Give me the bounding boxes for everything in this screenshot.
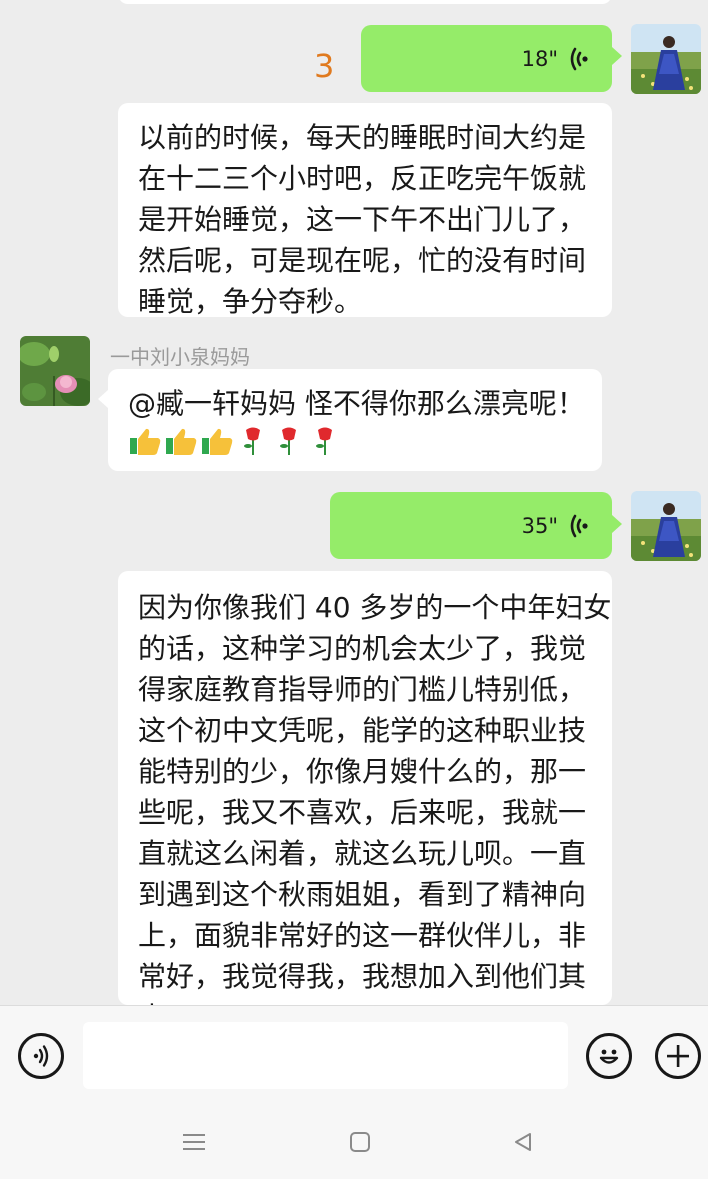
voice-duration: 18": [521, 46, 558, 71]
rose-icon: [280, 427, 296, 455]
message-line: 的话，这种学习的机会太少了，我觉: [138, 632, 587, 665]
thumbs-up-icon: [202, 428, 233, 455]
message-line: 得家庭教育指导师的门槛儿特别低，: [138, 673, 587, 706]
message-line: 上，面貌非常好的这一群伙伴儿，非: [138, 919, 587, 952]
message-line: 些呢，我又不喜欢，后来呢，我就一: [138, 796, 587, 829]
bubble-tail: [612, 47, 622, 65]
message-input[interactable]: [83, 1022, 568, 1089]
bubble-tail: [612, 515, 622, 533]
bubble-tail: [98, 390, 108, 408]
message-line: 因为你像我们 40 多岁的一个中年妇女: [138, 591, 612, 624]
message-text: @臧一轩妈妈 怪不得你那么漂亮呢！: [128, 387, 585, 420]
voice-duration: 35": [521, 513, 558, 538]
voice-input-icon: [33, 1045, 49, 1067]
message-line: 到遇到这个秋雨姐姐，看到了精神向: [138, 878, 587, 911]
home-button[interactable]: [345, 1127, 375, 1157]
message-line: 能特别的少，你像月嫂什么的，那一: [138, 755, 587, 788]
thumbs-up-icon: [130, 428, 161, 455]
message-line: 是开始睡觉，这一下午不出门儿了，: [138, 203, 587, 236]
emoji-button[interactable]: [586, 1033, 632, 1079]
unread-count: 3: [314, 47, 335, 85]
message-line: 中。: [138, 997, 592, 1005]
text-message[interactable]: @臧一轩妈妈 怪不得你那么漂亮呢！: [108, 369, 602, 471]
menu-button[interactable]: [179, 1127, 209, 1157]
avatar-contact[interactable]: [20, 336, 90, 406]
voice-input-button[interactable]: [18, 1033, 64, 1079]
back-button[interactable]: [508, 1127, 538, 1157]
chat-area[interactable]: 18" 3 以前的时候，每天的睡眠时间大约是 在十二三个小时吧，反正吃完午饭就 …: [0, 0, 708, 1005]
avatar-self[interactable]: [631, 24, 701, 94]
voice-message[interactable]: 35": [330, 492, 612, 559]
voice-wave-icon: [568, 45, 588, 73]
message-line: 睡觉，争分夺秒。: [138, 285, 363, 318]
emoji-row: [128, 424, 582, 456]
partial-message: [118, 0, 612, 4]
home-icon: [350, 1132, 370, 1152]
message-line: 在十二三个小时吧，反正吃完午饭就: [138, 162, 587, 195]
voice-wave-icon: [568, 512, 588, 540]
sender-name: 一中刘小泉妈妈: [110, 345, 250, 369]
voice-message[interactable]: 18": [361, 25, 612, 92]
emoji-icon: [599, 1049, 619, 1064]
message-line: 然后呢，可是现在呢，忙的没有时间: [138, 244, 587, 277]
thumbs-up-icon: [166, 428, 197, 455]
text-message[interactable]: 以前的时候，每天的睡眠时间大约是 在十二三个小时吧，反正吃完午饭就 是开始睡觉，…: [118, 103, 612, 318]
plus-icon: [667, 1045, 689, 1067]
text-message[interactable]: 因为你像我们 40 多岁的一个中年妇女 的话，这种学习的机会太少了，我觉 得家庭…: [118, 571, 612, 1005]
input-bar: [0, 1005, 708, 1105]
message-line: 以前的时候，每天的睡眠时间大约是: [138, 121, 587, 154]
message-line: 直就这么闲着，就这么玩儿呗。一直: [138, 837, 587, 870]
message-line: 这个初中文凭呢，能学的这种职业技: [138, 714, 587, 747]
rose-icon: [316, 427, 332, 455]
more-button[interactable]: [655, 1033, 701, 1079]
menu-icon: [183, 1134, 205, 1150]
back-icon: [515, 1133, 531, 1151]
avatar-self[interactable]: [631, 491, 701, 561]
system-nav-bar: [0, 1105, 708, 1179]
rose-icon: [244, 427, 260, 455]
message-line: 常好，我觉得我，我想加入到他们其: [138, 960, 587, 993]
